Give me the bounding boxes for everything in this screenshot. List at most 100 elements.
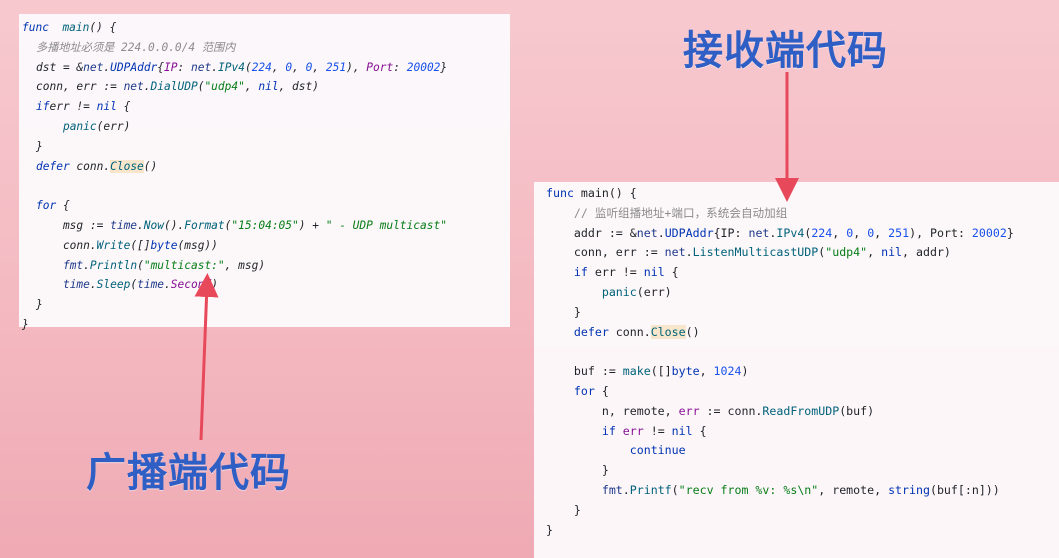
code-token: time: [110, 218, 138, 232]
code-line: }: [546, 521, 1059, 541]
code-token: (: [244, 60, 252, 74]
code-token: 20002: [971, 225, 1007, 240]
code-token: net: [636, 225, 658, 240]
code-token: nil: [96, 100, 117, 114]
code-line: for {: [22, 196, 510, 216]
code-token: " - UDP multicast": [325, 218, 447, 232]
code-line: }: [546, 461, 1059, 481]
code-token: ) +: [298, 218, 326, 232]
code-token: ,: [312, 60, 326, 74]
code-line: conn.Write([]byte(msg)): [22, 236, 510, 256]
code-token: (buf): [839, 403, 875, 418]
code-line: }: [22, 295, 510, 315]
code-token: !=: [643, 423, 672, 438]
code-token: 224: [251, 60, 272, 74]
code-line: panic(err): [546, 283, 1059, 303]
code-token: time: [62, 278, 90, 292]
code-token: err: [622, 423, 644, 438]
code-token: DialUDP: [150, 80, 198, 94]
code-token: ,: [271, 60, 286, 74]
code-line: func main() {: [22, 18, 510, 38]
code-token: conn.: [36, 238, 97, 252]
code-token: (err): [636, 284, 672, 299]
code-token: IPv4: [776, 225, 805, 240]
receiver-code-label: 接收端代码: [683, 28, 888, 74]
code-token: nil: [671, 423, 693, 438]
code-token: net: [664, 245, 686, 260]
code-token: "udp4": [204, 80, 245, 94]
code-token: defer: [36, 159, 70, 173]
code-token: n, remote,: [546, 403, 679, 418]
code-token: , dst): [278, 80, 319, 94]
code-token: net: [191, 60, 212, 74]
code-token: net: [123, 80, 144, 94]
code-token: 20002: [406, 60, 441, 74]
code-token: conn.: [69, 159, 111, 173]
code-token: .: [657, 225, 665, 240]
code-token: ReadFromUDP: [762, 403, 840, 418]
code-line: // 监听组播地址+端口，系统会自动加组: [546, 204, 1059, 224]
code-token: , addr): [902, 245, 951, 260]
code-token: IPv4: [217, 60, 245, 74]
code-token: err !=: [587, 265, 644, 280]
code-token: (: [671, 482, 679, 497]
code-line: fmt.Printf("recv from %v: %s\n", remote,…: [546, 481, 1059, 501]
code-token: , msg): [224, 258, 266, 272]
code-token: .: [685, 245, 693, 260]
code-token: }: [1006, 225, 1014, 240]
code-token: if: [601, 423, 616, 438]
code-token: func: [546, 186, 574, 200]
code-token: ,: [874, 225, 889, 240]
code-token: fmt: [601, 482, 623, 497]
code-token: addr := &: [546, 225, 637, 240]
receiver-code-panel: func main() { // 监听组播地址+端口，系统会自动加组 addr …: [534, 182, 1059, 558]
code-token: {: [594, 383, 609, 398]
code-token: (: [137, 258, 144, 272]
code-token: nil: [643, 265, 665, 280]
code-token: buf :=: [546, 364, 623, 379]
code-line: 多播地址必须是 224.0.0.0/4 范围内: [22, 38, 510, 58]
code-token: byte: [671, 364, 700, 379]
code-token: Close: [110, 159, 144, 173]
code-token: 多播地址必须是 224.0.0.0/4 范围内: [36, 40, 236, 54]
code-token: {: [116, 100, 131, 114]
code-token: }: [546, 522, 553, 537]
code-token: ,: [832, 225, 847, 240]
code-token: Now: [143, 218, 165, 232]
code-token: 251: [325, 60, 347, 74]
code-token: (msg)): [177, 238, 218, 252]
code-token: func: [22, 21, 49, 34]
code-token: continue: [629, 443, 686, 458]
code-token: }: [546, 463, 609, 478]
code-line: if err != nil {: [546, 263, 1059, 283]
code-token: .: [143, 80, 151, 94]
code-token: {: [692, 423, 707, 438]
code-token: conn, err :=: [546, 245, 665, 260]
code-token: ,: [244, 80, 259, 94]
code-token: nil: [258, 80, 279, 94]
code-token: UDPAddr: [110, 60, 158, 74]
code-token: nil: [881, 245, 903, 260]
code-token: (err): [96, 119, 131, 133]
code-token: ([]: [130, 238, 151, 252]
code-token: {: [56, 199, 70, 213]
sender-code-panel: func main() {多播地址必须是 224.0.0.0/4 范围内 dst …: [19, 14, 510, 331]
code-token: err !=: [49, 100, 97, 114]
code-token: byte: [150, 238, 178, 252]
code-token: if: [573, 265, 588, 280]
code-token: for: [36, 199, 57, 213]
code-token: ,: [867, 245, 882, 260]
code-token: "multicast:": [143, 258, 225, 272]
code-line: }: [22, 315, 510, 335]
code-token: net: [748, 225, 770, 240]
code-token: }: [22, 317, 29, 331]
code-token: Format: [184, 218, 225, 232]
code-token: ([]: [650, 364, 672, 379]
code-token: // 监听组播地址+端口，系统会自动加组: [573, 205, 788, 220]
sender-code-label: 广播端代码: [86, 450, 291, 496]
code-token: .: [137, 218, 144, 232]
code-line: fmt.Println("multicast:", msg): [22, 256, 510, 276]
